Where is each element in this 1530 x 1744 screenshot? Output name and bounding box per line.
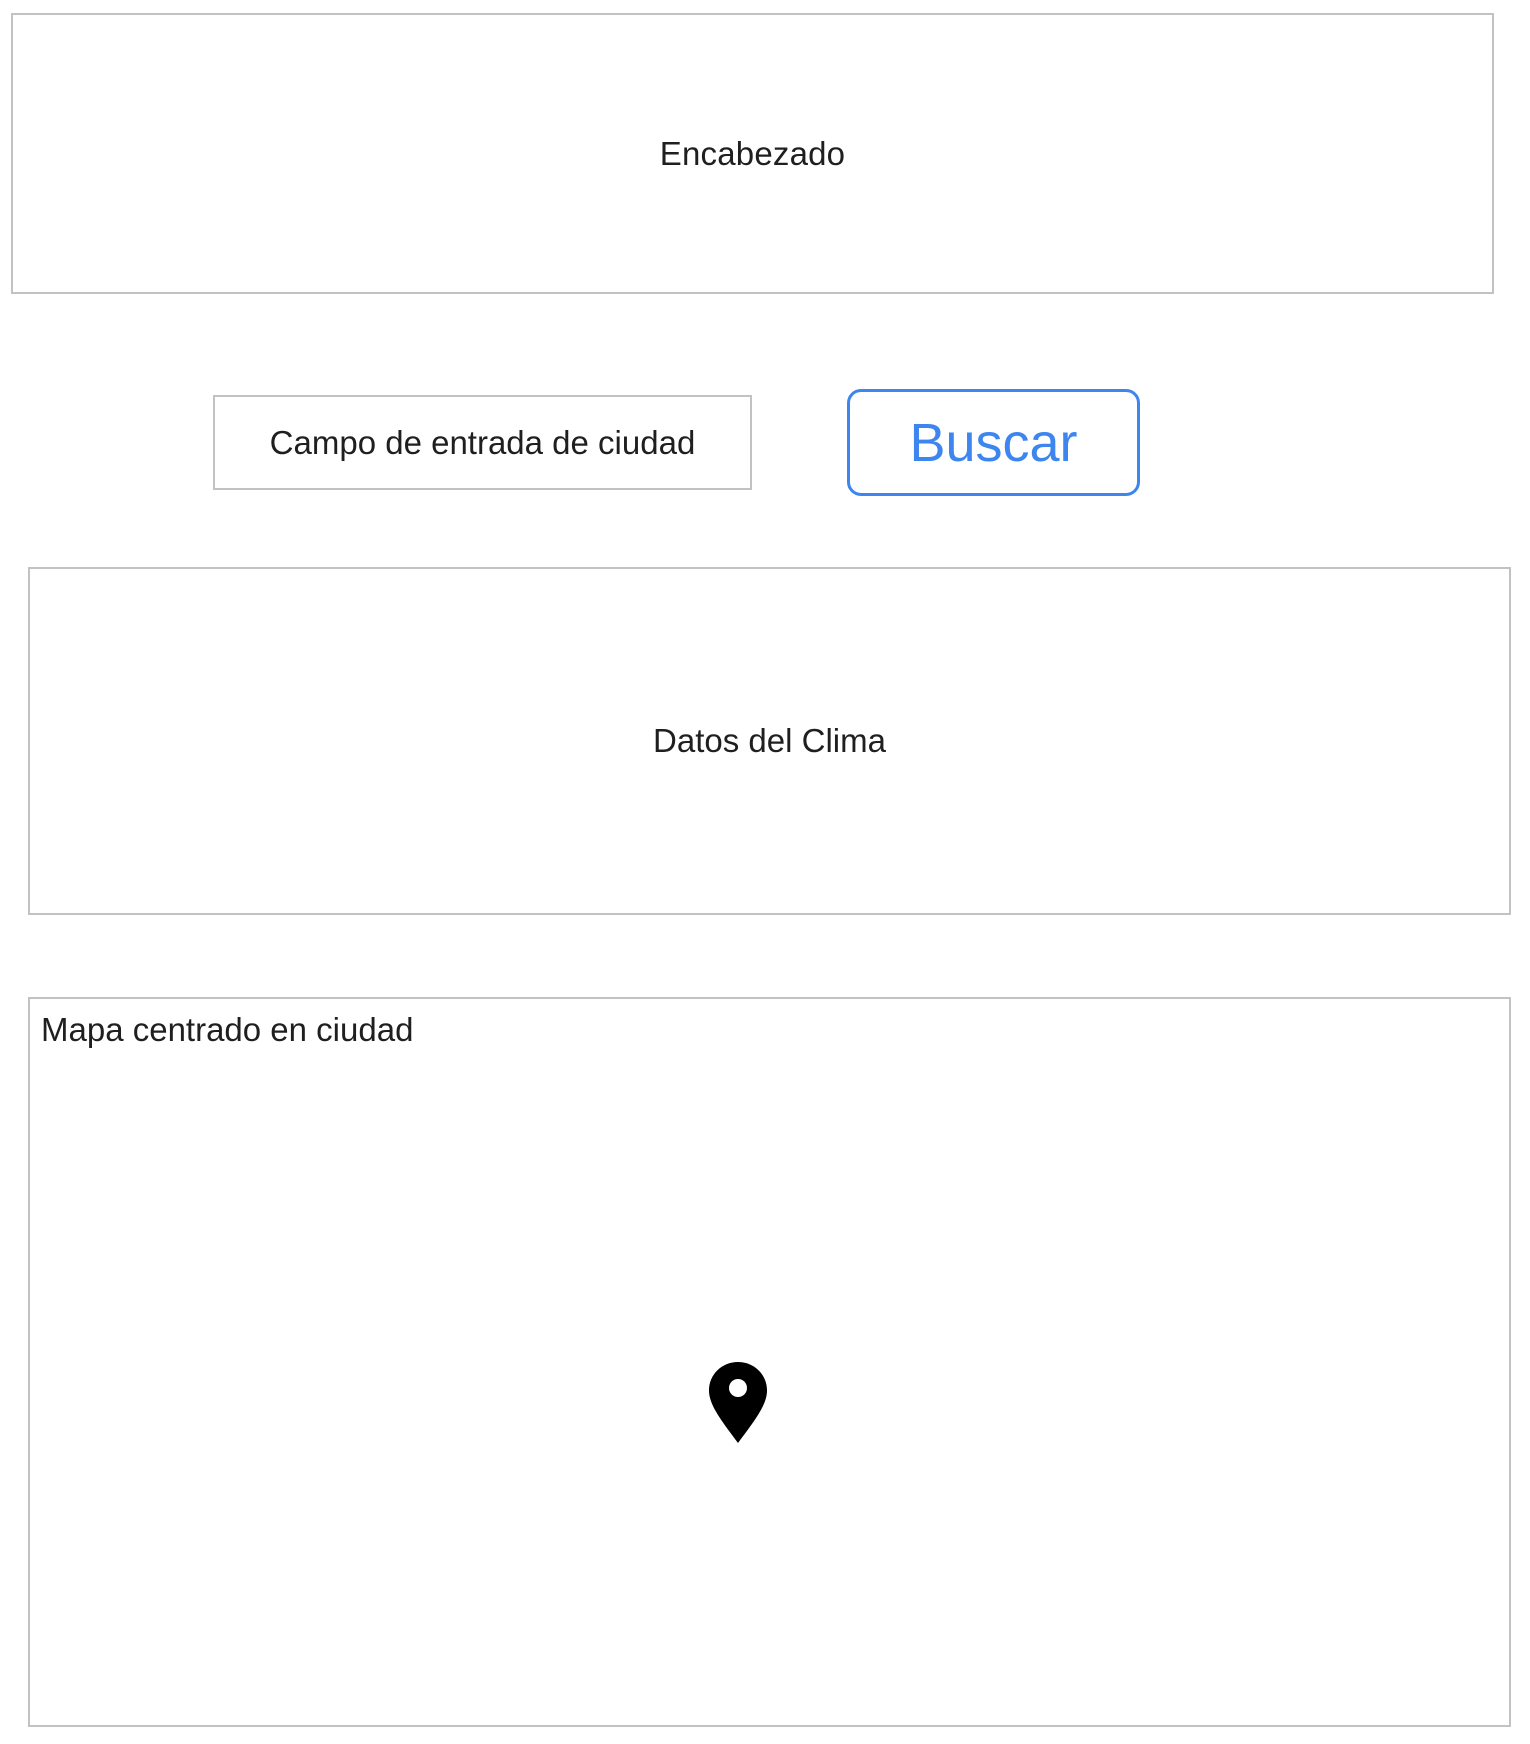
header-placeholder: Encabezado bbox=[11, 13, 1494, 294]
search-button[interactable]: Buscar bbox=[847, 389, 1140, 496]
header-label: Encabezado bbox=[659, 134, 846, 172]
weather-data-panel: Datos del Clima bbox=[28, 567, 1511, 915]
map-panel[interactable]: Mapa centrado en ciudad bbox=[28, 997, 1511, 1727]
weather-data-label: Datos del Clima bbox=[653, 722, 886, 759]
map-label: Mapa centrado en ciudad bbox=[41, 1011, 414, 1048]
city-input[interactable] bbox=[213, 395, 752, 490]
map-pin-icon[interactable] bbox=[707, 1360, 769, 1445]
